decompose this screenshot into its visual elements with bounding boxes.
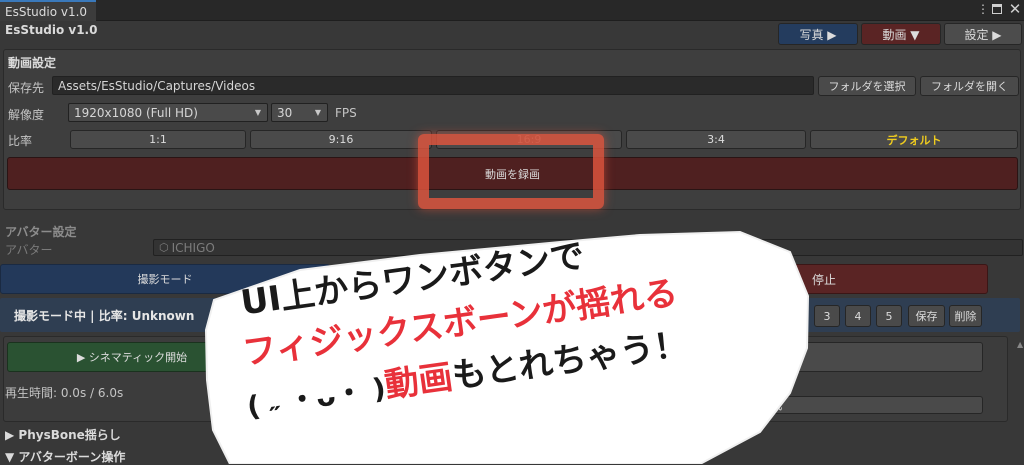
callout-video-word: 動画 (382, 357, 456, 407)
callout-bubble (204, 230, 810, 464)
